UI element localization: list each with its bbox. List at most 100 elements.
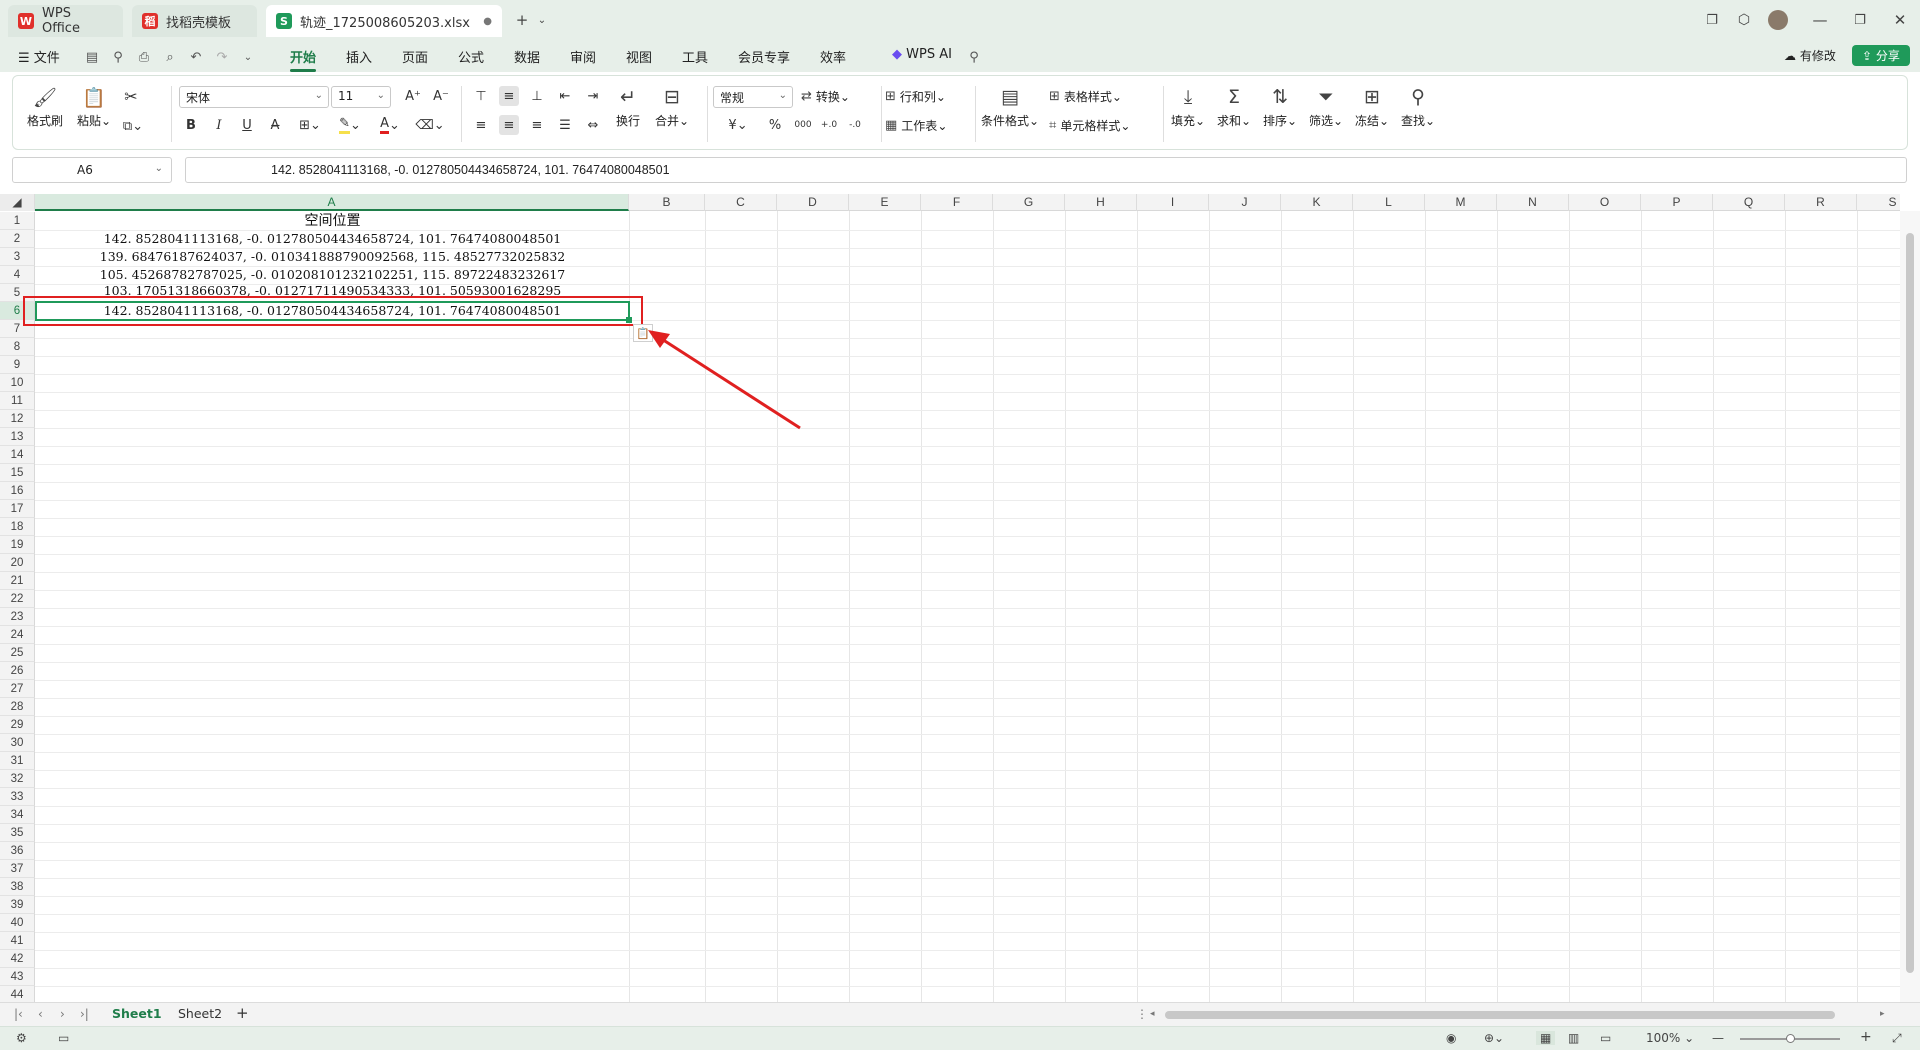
worksheet-button[interactable]: ▦ 工作表 ⌄ — [885, 117, 947, 134]
menu-page[interactable]: 页面 — [402, 47, 428, 66]
prev-sheet-icon[interactable]: ‹ — [38, 1007, 43, 1021]
cell-a4[interactable]: 105. 45268782787025, -0. 010208101232102… — [36, 266, 629, 284]
row-header-14[interactable]: 14 — [0, 446, 35, 464]
column-header-k[interactable]: K — [1281, 194, 1353, 211]
save-icon[interactable]: ▤ — [84, 49, 100, 65]
rows-cols-button[interactable]: ⊞ 行和列 ⌄ — [885, 88, 946, 105]
row-header-26[interactable]: 26 — [0, 662, 35, 680]
search-icon[interactable]: ⚲ — [966, 49, 982, 65]
column-header-a[interactable]: A — [35, 194, 629, 211]
row-header-4[interactable]: 4 — [0, 266, 35, 284]
column-header-g[interactable]: G — [993, 194, 1065, 211]
wps-ai-button[interactable]: ◆ WPS AI — [892, 47, 952, 62]
row-header-2[interactable]: 2 — [0, 230, 35, 248]
align-middle-icon[interactable]: ≡ — [499, 86, 519, 106]
menu-efficiency[interactable]: 效率 — [820, 47, 846, 66]
row-header-1[interactable]: 1 — [0, 212, 35, 230]
column-header-j[interactable]: J — [1209, 194, 1281, 211]
increase-indent-icon[interactable]: ⇥ — [583, 86, 603, 106]
border-icon[interactable]: ⊞⌄ — [295, 115, 325, 135]
row-header-9[interactable]: 9 — [0, 356, 35, 374]
increase-font-icon[interactable]: A⁺ — [403, 86, 423, 106]
bold-button[interactable]: B — [181, 115, 201, 135]
cell-a2[interactable]: 142. 8528041113168, -0. 0127805044346587… — [36, 230, 629, 248]
conditional-format-button[interactable]: ▤ 条件格式⌄ — [981, 84, 1039, 129]
row-header-38[interactable]: 38 — [0, 878, 35, 896]
tab-docer[interactable]: 稻 找稻壳模板 — [132, 5, 257, 37]
column-header-n[interactable]: N — [1497, 194, 1569, 211]
row-header-29[interactable]: 29 — [0, 716, 35, 734]
table-style-button[interactable]: ⊞ 表格样式 ⌄ — [1049, 88, 1122, 105]
cell-style-button[interactable]: ⌗ 单元格样式 ⌄ — [1049, 117, 1130, 134]
row-header-42[interactable]: 42 — [0, 950, 35, 968]
row-header-33[interactable]: 33 — [0, 788, 35, 806]
undo-icon[interactable]: ↶ — [188, 49, 204, 65]
row-header-27[interactable]: 27 — [0, 680, 35, 698]
sort-button[interactable]: ⇅ 排序⌄ — [1263, 84, 1297, 129]
last-sheet-icon[interactable]: ›| — [80, 1007, 89, 1021]
restore-icon[interactable]: ❐ — [1848, 8, 1872, 32]
normal-view-icon[interactable]: ▦ — [1536, 1031, 1556, 1045]
menu-data[interactable]: 数据 — [514, 47, 540, 66]
column-header-p[interactable]: P — [1641, 194, 1713, 211]
row-header-34[interactable]: 34 — [0, 806, 35, 824]
distribute-icon[interactable]: ⇔ — [583, 115, 603, 135]
row-header-25[interactable]: 25 — [0, 644, 35, 662]
convert-button[interactable]: ⇄ 转换 ⌄ — [801, 88, 850, 105]
column-header-d[interactable]: D — [777, 194, 849, 211]
notes-icon[interactable]: ▭ — [58, 1031, 69, 1045]
scroll-left-icon[interactable]: ◂ — [1150, 1009, 1155, 1019]
row-header-37[interactable]: 37 — [0, 860, 35, 878]
print-preview-icon[interactable]: ⌕ — [162, 49, 178, 65]
eye-protection-icon[interactable]: ◉ — [1446, 1031, 1456, 1045]
row-header-41[interactable]: 41 — [0, 932, 35, 950]
underline-button[interactable]: U — [237, 115, 257, 135]
row-header-23[interactable]: 23 — [0, 608, 35, 626]
font-size-select[interactable]: 11 ⌄ — [331, 86, 391, 108]
justify-icon[interactable]: ☰ — [555, 115, 575, 135]
zoom-in-icon[interactable]: + — [1860, 1029, 1872, 1045]
row-header-36[interactable]: 36 — [0, 842, 35, 860]
row-header-8[interactable]: 8 — [0, 338, 35, 356]
redo-icon[interactable]: ↷ — [214, 49, 230, 65]
clear-format-icon[interactable]: ⌫⌄ — [415, 115, 445, 135]
next-sheet-icon[interactable]: › — [60, 1007, 65, 1021]
select-all-corner[interactable]: ◢ — [0, 194, 35, 211]
fill-button[interactable]: ⤓ 填充⌄ — [1171, 84, 1205, 129]
window-layout-icon[interactable]: ❐ — [1700, 8, 1724, 32]
cell-a3[interactable]: 139. 68476187624037, -0. 010341888790092… — [36, 248, 629, 266]
decrease-decimal-icon[interactable]: -.0 — [845, 115, 865, 135]
close-window-icon[interactable]: ✕ — [1888, 8, 1912, 32]
row-header-18[interactable]: 18 — [0, 518, 35, 536]
column-header-f[interactable]: F — [921, 194, 993, 211]
copy-icon[interactable]: ⧉⌄ — [123, 116, 143, 136]
column-header-c[interactable]: C — [705, 194, 777, 211]
cube-icon[interactable]: ⬡ — [1732, 8, 1756, 32]
formula-input[interactable]: 142. 8528041113168, -0. 0127805044346587… — [185, 157, 1907, 183]
filter-button[interactable]: ⏷ 筛选⌄ — [1309, 84, 1343, 129]
currency-button[interactable]: ¥ ⌄ — [723, 115, 753, 135]
row-header-16[interactable]: 16 — [0, 482, 35, 500]
row-header-13[interactable]: 13 — [0, 428, 35, 446]
menu-home[interactable]: 开始 — [290, 47, 317, 72]
menu-member[interactable]: 会员专享 — [738, 47, 790, 66]
menu-tools[interactable]: 工具 — [682, 47, 708, 66]
cell-a1[interactable]: 空间位置 — [36, 212, 629, 230]
sheet-tab-sheet1[interactable]: Sheet1 — [112, 1006, 162, 1021]
macro-icon[interactable]: ⚙ — [16, 1031, 27, 1045]
row-header-21[interactable]: 21 — [0, 572, 35, 590]
vertical-scroll-thumb[interactable] — [1906, 233, 1914, 973]
align-top-icon[interactable]: ⊤ — [471, 86, 491, 106]
page-break-icon[interactable]: ▭ — [1600, 1031, 1611, 1045]
row-header-40[interactable]: 40 — [0, 914, 35, 932]
first-sheet-icon[interactable]: |‹ — [14, 1007, 23, 1021]
column-header-s[interactable]: S — [1857, 194, 1920, 211]
tab-close-icon[interactable]: ● — [483, 16, 492, 27]
column-header-b[interactable]: B — [629, 194, 705, 211]
quick-access-chevron-icon[interactable]: ⌄ — [240, 49, 256, 65]
file-menu[interactable]: ☰ 文件 — [18, 47, 60, 66]
wrap-text-button[interactable]: ↵ 换行 — [615, 84, 641, 129]
decrease-indent-icon[interactable]: ⇤ — [555, 86, 575, 106]
row-header-31[interactable]: 31 — [0, 752, 35, 770]
row-header-15[interactable]: 15 — [0, 464, 35, 482]
